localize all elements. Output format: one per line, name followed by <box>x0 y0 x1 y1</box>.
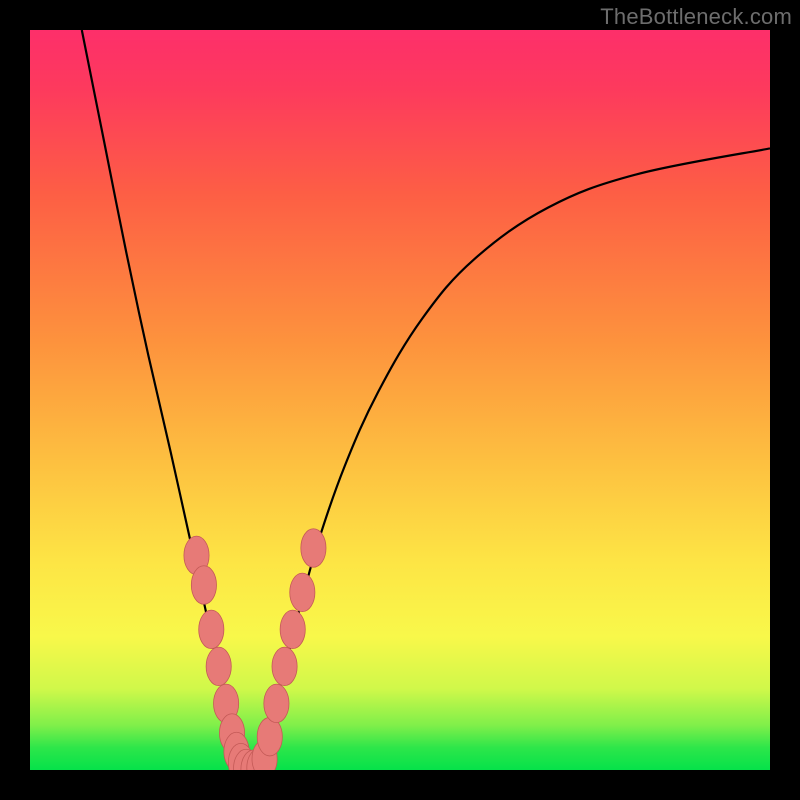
chart-svg <box>30 30 770 770</box>
data-marker <box>257 717 282 755</box>
chart-frame: TheBottleneck.com <box>0 0 800 800</box>
data-marker <box>264 684 289 722</box>
data-marker <box>199 610 224 648</box>
data-marker <box>280 610 305 648</box>
plot-area <box>30 30 770 770</box>
data-markers <box>184 529 326 770</box>
data-marker <box>301 529 326 567</box>
data-marker <box>290 573 315 611</box>
watermark-text: TheBottleneck.com <box>600 4 792 30</box>
data-marker <box>272 647 297 685</box>
curve-right-branch <box>262 148 770 770</box>
data-marker <box>206 647 231 685</box>
data-marker <box>191 566 216 604</box>
